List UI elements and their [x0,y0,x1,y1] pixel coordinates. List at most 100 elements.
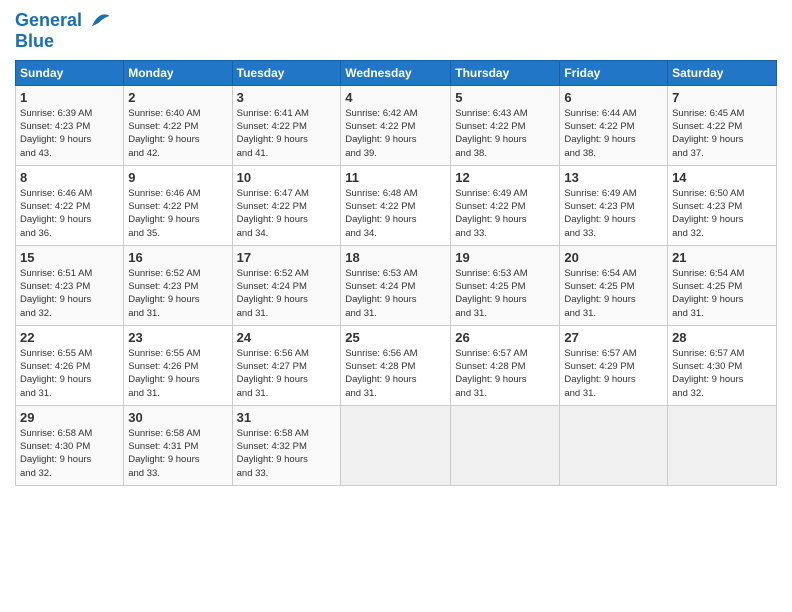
calendar-cell: 8 Sunrise: 6:46 AM Sunset: 4:22 PM Dayli… [16,165,124,245]
day-info: Sunrise: 6:57 AM Sunset: 4:30 PM Dayligh… [672,347,772,400]
day-info: Sunrise: 6:39 AM Sunset: 4:23 PM Dayligh… [20,107,119,160]
day-info: Sunrise: 6:50 AM Sunset: 4:23 PM Dayligh… [672,187,772,240]
calendar-cell: 2 Sunrise: 6:40 AM Sunset: 4:22 PM Dayli… [124,85,232,165]
day-number: 1 [20,90,119,105]
calendar-cell: 13 Sunrise: 6:49 AM Sunset: 4:23 PM Dayl… [560,165,668,245]
day-info: Sunrise: 6:58 AM Sunset: 4:32 PM Dayligh… [237,427,337,480]
day-info: Sunrise: 6:53 AM Sunset: 4:25 PM Dayligh… [455,267,555,320]
calendar-cell: 14 Sunrise: 6:50 AM Sunset: 4:23 PM Dayl… [668,165,777,245]
calendar-cell: 30 Sunrise: 6:58 AM Sunset: 4:31 PM Dayl… [124,405,232,485]
day-number: 31 [237,410,337,425]
logo-general: General [15,10,82,30]
day-number: 5 [455,90,555,105]
dow-header: Wednesday [341,60,451,85]
calendar-table: SundayMondayTuesdayWednesdayThursdayFrid… [15,60,777,486]
day-number: 27 [564,330,663,345]
calendar-cell [341,405,451,485]
page-container: General Blue SundayMondayTuesdayWednesda… [0,0,792,496]
calendar-cell: 18 Sunrise: 6:53 AM Sunset: 4:24 PM Dayl… [341,245,451,325]
day-number: 7 [672,90,772,105]
day-number: 24 [237,330,337,345]
day-info: Sunrise: 6:40 AM Sunset: 4:22 PM Dayligh… [128,107,227,160]
calendar-cell: 28 Sunrise: 6:57 AM Sunset: 4:30 PM Dayl… [668,325,777,405]
day-number: 23 [128,330,227,345]
day-info: Sunrise: 6:52 AM Sunset: 4:23 PM Dayligh… [128,267,227,320]
calendar-cell: 6 Sunrise: 6:44 AM Sunset: 4:22 PM Dayli… [560,85,668,165]
calendar-cell: 27 Sunrise: 6:57 AM Sunset: 4:29 PM Dayl… [560,325,668,405]
day-info: Sunrise: 6:58 AM Sunset: 4:31 PM Dayligh… [128,427,227,480]
day-number: 13 [564,170,663,185]
calendar-cell: 23 Sunrise: 6:55 AM Sunset: 4:26 PM Dayl… [124,325,232,405]
day-info: Sunrise: 6:56 AM Sunset: 4:27 PM Dayligh… [237,347,337,400]
day-number: 18 [345,250,446,265]
day-info: Sunrise: 6:51 AM Sunset: 4:23 PM Dayligh… [20,267,119,320]
day-number: 9 [128,170,227,185]
calendar-cell: 11 Sunrise: 6:48 AM Sunset: 4:22 PM Dayl… [341,165,451,245]
day-info: Sunrise: 6:41 AM Sunset: 4:22 PM Dayligh… [237,107,337,160]
calendar-cell: 29 Sunrise: 6:58 AM Sunset: 4:30 PM Dayl… [16,405,124,485]
calendar-cell [668,405,777,485]
calendar-cell: 21 Sunrise: 6:54 AM Sunset: 4:25 PM Dayl… [668,245,777,325]
calendar-cell: 24 Sunrise: 6:56 AM Sunset: 4:27 PM Dayl… [232,325,341,405]
day-info: Sunrise: 6:52 AM Sunset: 4:24 PM Dayligh… [237,267,337,320]
day-number: 30 [128,410,227,425]
dow-header: Thursday [451,60,560,85]
calendar-cell: 10 Sunrise: 6:47 AM Sunset: 4:22 PM Dayl… [232,165,341,245]
day-number: 17 [237,250,337,265]
day-info: Sunrise: 6:56 AM Sunset: 4:28 PM Dayligh… [345,347,446,400]
logo-bird-icon [89,10,111,32]
calendar-cell [560,405,668,485]
day-info: Sunrise: 6:45 AM Sunset: 4:22 PM Dayligh… [672,107,772,160]
calendar-cell: 5 Sunrise: 6:43 AM Sunset: 4:22 PM Dayli… [451,85,560,165]
day-info: Sunrise: 6:49 AM Sunset: 4:23 PM Dayligh… [564,187,663,240]
day-number: 20 [564,250,663,265]
logo-blue: Blue [15,32,111,52]
day-number: 3 [237,90,337,105]
header: General Blue [15,10,777,52]
day-info: Sunrise: 6:53 AM Sunset: 4:24 PM Dayligh… [345,267,446,320]
day-number: 22 [20,330,119,345]
calendar-cell: 17 Sunrise: 6:52 AM Sunset: 4:24 PM Dayl… [232,245,341,325]
day-number: 12 [455,170,555,185]
calendar-cell: 20 Sunrise: 6:54 AM Sunset: 4:25 PM Dayl… [560,245,668,325]
day-info: Sunrise: 6:44 AM Sunset: 4:22 PM Dayligh… [564,107,663,160]
dow-header: Sunday [16,60,124,85]
dow-header: Tuesday [232,60,341,85]
day-number: 2 [128,90,227,105]
calendar-cell: 9 Sunrise: 6:46 AM Sunset: 4:22 PM Dayli… [124,165,232,245]
calendar-cell: 31 Sunrise: 6:58 AM Sunset: 4:32 PM Dayl… [232,405,341,485]
day-info: Sunrise: 6:55 AM Sunset: 4:26 PM Dayligh… [128,347,227,400]
day-number: 6 [564,90,663,105]
calendar-cell: 19 Sunrise: 6:53 AM Sunset: 4:25 PM Dayl… [451,245,560,325]
day-info: Sunrise: 6:57 AM Sunset: 4:29 PM Dayligh… [564,347,663,400]
day-number: 4 [345,90,446,105]
calendar-cell: 15 Sunrise: 6:51 AM Sunset: 4:23 PM Dayl… [16,245,124,325]
day-number: 28 [672,330,772,345]
logo-text: General Blue [15,10,111,52]
dow-header: Saturday [668,60,777,85]
dow-header: Friday [560,60,668,85]
day-number: 21 [672,250,772,265]
day-number: 8 [20,170,119,185]
calendar-cell: 1 Sunrise: 6:39 AM Sunset: 4:23 PM Dayli… [16,85,124,165]
day-number: 26 [455,330,555,345]
day-number: 29 [20,410,119,425]
day-info: Sunrise: 6:46 AM Sunset: 4:22 PM Dayligh… [20,187,119,240]
day-info: Sunrise: 6:47 AM Sunset: 4:22 PM Dayligh… [237,187,337,240]
calendar-cell: 26 Sunrise: 6:57 AM Sunset: 4:28 PM Dayl… [451,325,560,405]
day-info: Sunrise: 6:58 AM Sunset: 4:30 PM Dayligh… [20,427,119,480]
day-info: Sunrise: 6:54 AM Sunset: 4:25 PM Dayligh… [564,267,663,320]
day-number: 14 [672,170,772,185]
day-number: 25 [345,330,446,345]
day-number: 15 [20,250,119,265]
day-number: 19 [455,250,555,265]
day-info: Sunrise: 6:42 AM Sunset: 4:22 PM Dayligh… [345,107,446,160]
calendar-cell: 7 Sunrise: 6:45 AM Sunset: 4:22 PM Dayli… [668,85,777,165]
calendar-cell: 22 Sunrise: 6:55 AM Sunset: 4:26 PM Dayl… [16,325,124,405]
logo: General Blue [15,10,111,52]
calendar-cell [451,405,560,485]
day-info: Sunrise: 6:57 AM Sunset: 4:28 PM Dayligh… [455,347,555,400]
dow-header: Monday [124,60,232,85]
day-info: Sunrise: 6:48 AM Sunset: 4:22 PM Dayligh… [345,187,446,240]
day-info: Sunrise: 6:49 AM Sunset: 4:22 PM Dayligh… [455,187,555,240]
